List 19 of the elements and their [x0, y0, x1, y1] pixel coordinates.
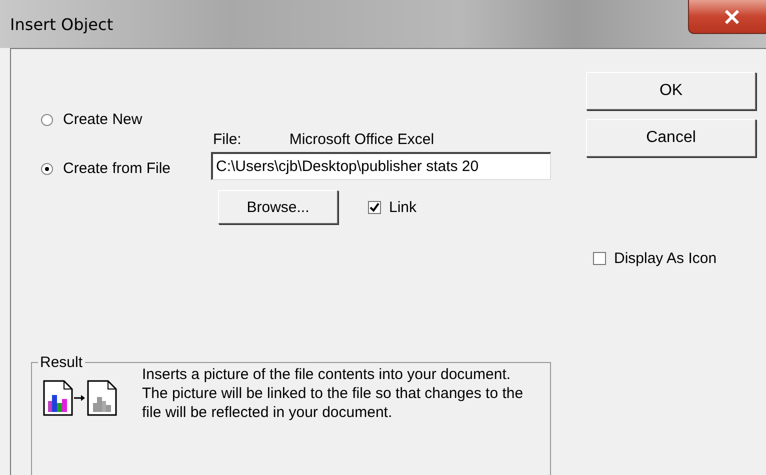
checkbox[interactable] — [368, 200, 381, 214]
result-title: Result — [39, 354, 84, 371]
file-type-text: Microsoft Office Excel — [289, 131, 434, 148]
result-description: Inserts a picture of the file contents into your document. The picture will be linked to the file so that changes to the file will be reflected in your document. — [142, 365, 524, 422]
file-path-field[interactable]: C:\Users\cjb\Desktop\publisher stats 20 — [211, 152, 551, 180]
close-button[interactable] — [688, 0, 766, 34]
close-icon — [724, 10, 740, 24]
radio-label[interactable]: Create New — [63, 111, 142, 128]
display-as-icon-label[interactable]: Display As Icon — [614, 250, 717, 267]
checkbox[interactable] — [593, 252, 606, 265]
window-title: Insert Object — [10, 14, 114, 34]
radio-label[interactable]: Create from File — [63, 160, 171, 177]
link-label[interactable]: Link — [389, 198, 417, 216]
file-label: File: — [213, 131, 242, 148]
dialog-button[interactable]: OK — [586, 72, 756, 110]
radio-button[interactable] — [41, 162, 53, 174]
browse-button[interactable]: Browse... — [218, 190, 338, 224]
dialog-button[interactable]: Cancel — [586, 119, 756, 157]
radio-button[interactable] — [41, 114, 53, 126]
